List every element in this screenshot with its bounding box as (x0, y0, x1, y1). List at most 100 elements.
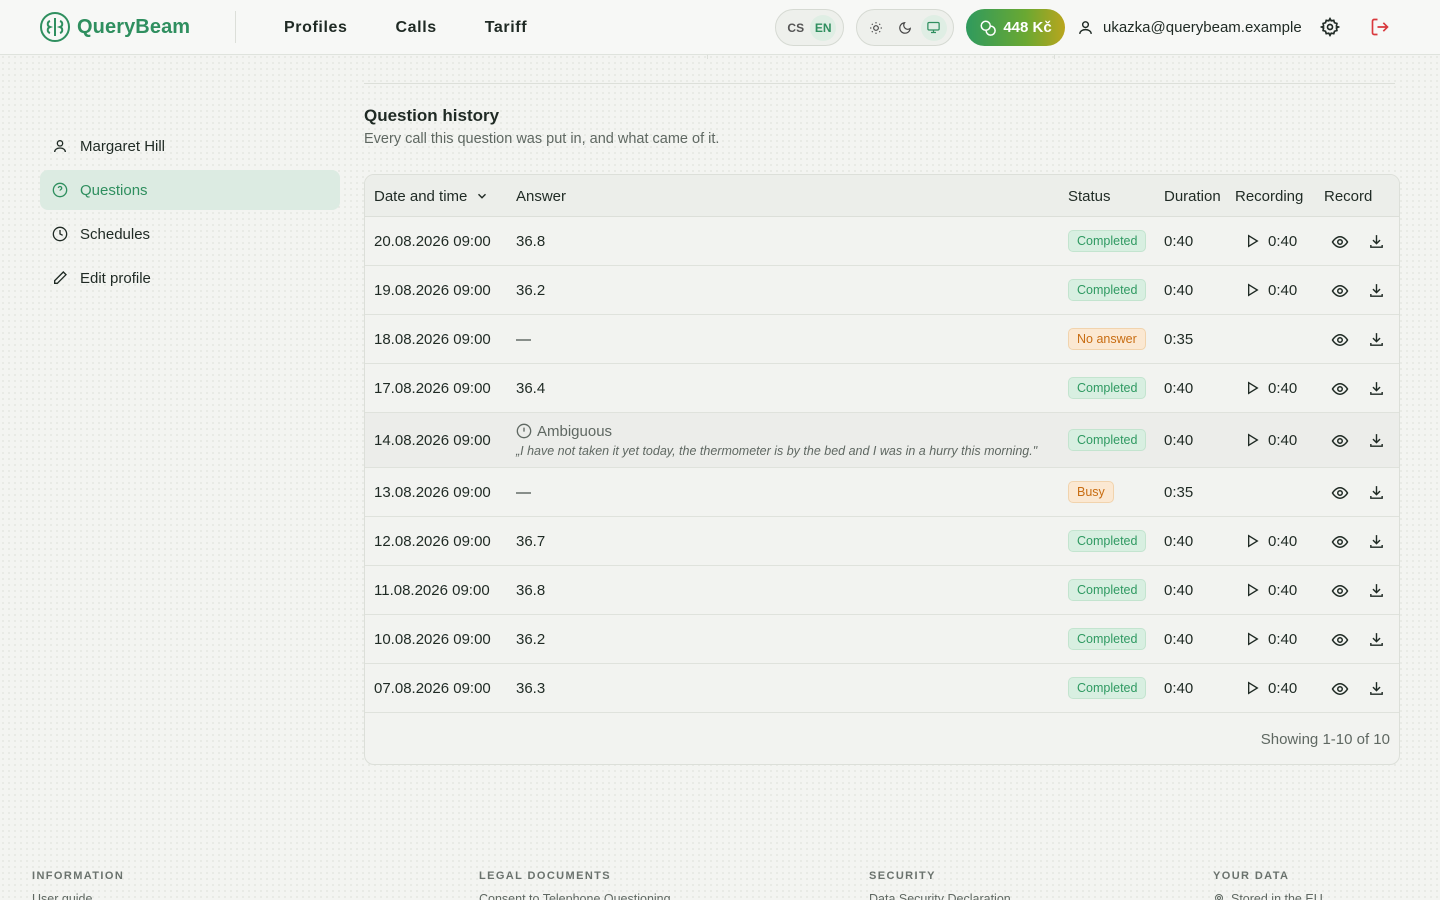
nav-profiles[interactable]: Profiles (284, 19, 348, 37)
play-recording-button[interactable]: 0:40 (1244, 432, 1297, 449)
eye-icon (1331, 486, 1349, 499)
download-record-button[interactable] (1366, 379, 1386, 399)
user-icon (54, 140, 66, 153)
download-record-button[interactable] (1366, 630, 1386, 650)
table-row: 13.08.2026 09:00 — Busy 0:35 (365, 468, 1399, 517)
answer-cell: 36.3 (516, 679, 546, 697)
credit-balance[interactable]: 448 Kč (966, 9, 1065, 46)
location-pin-icon (1214, 894, 1224, 900)
view-record-button[interactable] (1330, 483, 1350, 503)
date-cell: 19.08.2026 09:00 (374, 281, 491, 299)
column-status: Status (1068, 187, 1111, 205)
nav-tariff[interactable]: Tariff (485, 19, 527, 37)
download-record-button[interactable] (1366, 281, 1386, 301)
divider-tick (1054, 55, 1055, 59)
duration-cell: 0:35 (1164, 483, 1194, 501)
footer-heading: SECURITY (869, 870, 936, 882)
settings-button[interactable] (1319, 16, 1342, 39)
lang-en[interactable]: EN (810, 14, 837, 41)
duration-cell: 0:40 (1164, 281, 1194, 299)
play-recording-button[interactable]: 0:40 (1244, 582, 1297, 599)
download-record-button[interactable] (1366, 532, 1386, 552)
recording-length: 0:40 (1268, 679, 1298, 697)
play-recording-button[interactable]: 0:40 (1244, 631, 1297, 648)
status-cell: Completed (1068, 664, 1147, 712)
user-account[interactable]: ukazka@querybeam.example (1077, 0, 1302, 55)
footer-link-label: Stored in the EU (1231, 892, 1323, 900)
recording-cell: 0:40 (1244, 517, 1297, 565)
recording-cell: 0:40 (1244, 217, 1297, 265)
play-recording-button[interactable]: 0:40 (1244, 282, 1297, 299)
recording-cell: 0:40 (1244, 266, 1297, 314)
status-cell: Completed (1068, 413, 1147, 467)
view-record-button[interactable] (1330, 630, 1350, 650)
play-recording-button[interactable]: 0:40 (1244, 380, 1297, 397)
view-record-button[interactable] (1330, 581, 1350, 601)
status-cell: Completed (1068, 517, 1147, 565)
eye-icon (1331, 535, 1349, 548)
sidebar-item-profile[interactable]: Margaret Hill (40, 126, 340, 166)
footer-heading: INFORMATION (32, 870, 125, 882)
footer-link-user-guide[interactable]: User guide (32, 892, 124, 900)
theme-system[interactable] (920, 14, 947, 41)
play-recording-button[interactable]: 0:40 (1244, 533, 1297, 550)
nav-calls[interactable]: Calls (396, 19, 437, 37)
download-record-button[interactable] (1366, 330, 1386, 350)
ambiguous-label: Ambiguous (516, 423, 612, 440)
play-recording-button[interactable]: 0:40 (1244, 680, 1297, 697)
table-row: 20.08.2026 09:00 36.8 Completed 0:40 0:40 (365, 217, 1399, 266)
download-icon (1369, 235, 1383, 248)
download-icon (1369, 333, 1383, 346)
date-cell: 18.08.2026 09:00 (374, 330, 491, 348)
logo[interactable]: QueryBeam (39, 11, 190, 43)
recording-length: 0:40 (1268, 232, 1298, 250)
previous-section-edge (364, 55, 1395, 84)
table-row: 14.08.2026 09:00 Ambiguous „I have not tak… (365, 413, 1399, 468)
recording-cell: 0:40 (1244, 664, 1297, 712)
view-record-button[interactable] (1330, 379, 1350, 399)
duration-cell: 0:40 (1164, 630, 1194, 648)
footer-column-information: INFORMATION User guide (32, 870, 124, 900)
footer-column-your-data: YOUR DATA Stored in the EU (1213, 870, 1323, 900)
download-record-button[interactable] (1366, 431, 1386, 451)
recording-length: 0:40 (1268, 630, 1298, 648)
download-record-button[interactable] (1366, 581, 1386, 601)
answer-cell: 36.8 (516, 581, 546, 599)
sidebar-item-edit-profile[interactable]: Edit profile (40, 258, 340, 298)
view-record-button[interactable] (1330, 281, 1350, 301)
table-row: 19.08.2026 09:00 36.2 Completed 0:40 0:40 (365, 266, 1399, 315)
date-cell: 07.08.2026 09:00 (374, 679, 491, 697)
theme-dark[interactable] (892, 15, 918, 41)
download-icon (1369, 633, 1383, 646)
footer-link-data-location[interactable]: Stored in the EU (1213, 892, 1323, 900)
view-record-button[interactable] (1330, 232, 1350, 252)
table-row: 18.08.2026 09:00 — No answer 0:35 (365, 315, 1399, 364)
table-row: 07.08.2026 09:00 36.3 Completed 0:40 0:40 (365, 664, 1399, 713)
footer-link-security[interactable]: Data Security Declaration (869, 892, 1011, 900)
download-record-button[interactable] (1366, 483, 1386, 503)
answer-quote: „I have not taken it yet today, the ther… (516, 443, 1038, 458)
download-record-button[interactable] (1366, 232, 1386, 252)
footer-link-consent[interactable]: Consent to Telephone Questioning (479, 892, 671, 900)
sidebar-item-questions[interactable]: Questions (40, 170, 340, 210)
question-circle-icon (52, 182, 68, 198)
play-icon (1248, 632, 1259, 646)
view-record-button[interactable] (1330, 330, 1350, 350)
answer-cell: — (516, 330, 531, 348)
sidebar-item-schedules[interactable]: Schedules (40, 214, 340, 254)
play-recording-button[interactable]: 0:40 (1244, 233, 1297, 250)
download-icon (1369, 486, 1383, 499)
lang-cs[interactable]: CS (783, 15, 809, 41)
view-record-button[interactable] (1330, 532, 1350, 552)
duration-cell: 0:40 (1164, 232, 1194, 250)
view-record-button[interactable] (1330, 679, 1350, 699)
section-title: Question history (364, 106, 500, 125)
download-record-button[interactable] (1366, 679, 1386, 699)
status-cell: Completed (1068, 217, 1147, 265)
sidebar-item-label: Edit profile (80, 269, 151, 287)
view-record-button[interactable] (1330, 431, 1350, 451)
logout-button[interactable] (1370, 17, 1392, 39)
column-date[interactable]: Date and time (374, 175, 489, 217)
theme-light[interactable] (863, 15, 889, 41)
download-icon (1369, 434, 1383, 447)
